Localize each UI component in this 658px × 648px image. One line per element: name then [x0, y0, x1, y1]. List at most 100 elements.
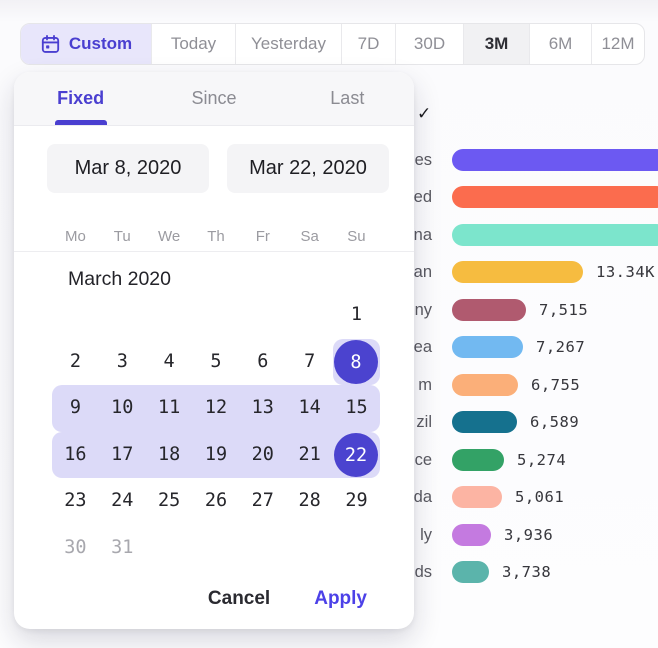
day-cell-17[interactable]: 17 — [99, 432, 146, 479]
empty-day-cell — [333, 525, 380, 572]
chart-row-label: ed — [414, 186, 432, 208]
chart-row-value: 7,267 — [536, 336, 585, 358]
day-cell-20[interactable]: 20 — [239, 432, 286, 479]
chart-row-value: 3,738 — [502, 561, 551, 583]
weekday-label: Mo — [52, 222, 99, 252]
day-cell-31: 31 — [99, 525, 146, 572]
cancel-button[interactable]: Cancel — [208, 588, 270, 610]
chart-bar — [452, 336, 523, 358]
chart-bar — [452, 299, 526, 321]
day-cell-18[interactable]: 18 — [146, 432, 193, 479]
day-cell-24[interactable]: 24 — [99, 478, 146, 525]
chart-bar — [452, 224, 658, 246]
calendar-week-row: 1 — [52, 292, 380, 339]
weekday-label: We — [146, 222, 193, 252]
end-date-field[interactable]: Mar 22, 2020 — [227, 144, 389, 193]
calendar-week-row: 9101112131415 — [52, 385, 380, 432]
day-cell-19[interactable]: 19 — [193, 432, 240, 479]
chart-row-value: 5,061 — [515, 486, 564, 508]
chart-row-label: an — [414, 261, 432, 283]
day-cell-4[interactable]: 4 — [146, 339, 193, 386]
picker-tabs: Fixed Since Last — [14, 72, 414, 126]
chart-bar — [452, 374, 518, 396]
chart-row-value: 7,515 — [539, 299, 588, 321]
chart-row-label: m — [418, 374, 432, 396]
selected-day-end[interactable]: 22 — [334, 433, 378, 477]
chart-row-label: ny — [415, 299, 432, 321]
tab-last[interactable]: Last — [281, 72, 414, 125]
day-cell-28[interactable]: 28 — [286, 478, 333, 525]
day-cell-3[interactable]: 3 — [99, 339, 146, 386]
start-date-field[interactable]: Mar 8, 2020 — [47, 144, 209, 193]
check-icon: ✓ — [417, 104, 431, 124]
chart-bar — [452, 449, 504, 471]
day-cell-14[interactable]: 14 — [286, 385, 333, 432]
day-cell-10[interactable]: 10 — [99, 385, 146, 432]
day-cell-1[interactable]: 1 — [333, 292, 380, 339]
chart-row-value: 13.34K — [596, 261, 655, 283]
chart-row-value: 5,274 — [517, 449, 566, 471]
apply-button[interactable]: Apply — [314, 588, 367, 610]
tab-since[interactable]: Since — [147, 72, 280, 125]
calendar-week-row: 23242526272829 — [52, 478, 380, 525]
empty-day-cell — [146, 525, 193, 572]
date-picker-popover: Fixed Since Last Mar 8, 2020 Mar 22, 202… — [14, 72, 414, 629]
day-cell-27[interactable]: 27 — [239, 478, 286, 525]
screen: esednaan13.34Kny7,515ea7,267m6,755zil6,5… — [0, 0, 658, 648]
day-cell-9[interactable]: 9 — [52, 385, 99, 432]
chart-row-value: 6,589 — [530, 411, 579, 433]
chart-row-label: ds — [415, 561, 432, 583]
chart-bar — [452, 411, 517, 433]
day-cell-7[interactable]: 7 — [286, 339, 333, 386]
weekday-label: Fr — [239, 222, 286, 252]
chart-bar — [452, 486, 502, 508]
day-cell-15[interactable]: 15 — [333, 385, 380, 432]
chart-row-label: zil — [416, 411, 432, 433]
weekday-label: Tu — [99, 222, 146, 252]
empty-day-cell — [286, 292, 333, 339]
day-cell-6[interactable]: 6 — [239, 339, 286, 386]
chart-bar — [452, 561, 489, 583]
chart-row-value: 3,936 — [504, 524, 553, 546]
chart-bar — [452, 261, 583, 283]
picker-footer: Cancel Apply — [208, 584, 367, 614]
calendar-week-row: 3031 — [52, 525, 380, 572]
weekday-label: Th — [193, 222, 240, 252]
day-cell-2[interactable]: 2 — [52, 339, 99, 386]
chart-bar — [452, 149, 658, 171]
empty-day-cell — [239, 525, 286, 572]
empty-day-cell — [146, 292, 193, 339]
chart-row-label: es — [415, 149, 432, 171]
day-cell-21[interactable]: 21 — [286, 432, 333, 479]
day-cell-12[interactable]: 12 — [193, 385, 240, 432]
chart-row-label: da — [414, 486, 432, 508]
empty-day-cell — [52, 292, 99, 339]
chart-bar — [452, 524, 491, 546]
day-cell-16[interactable]: 16 — [52, 432, 99, 479]
weekday-label: Su — [333, 222, 380, 252]
active-tab-underline — [55, 120, 107, 125]
month-title: March 2020 — [68, 268, 171, 291]
empty-day-cell — [239, 292, 286, 339]
chart-row-label: ly — [420, 524, 432, 546]
empty-day-cell — [193, 525, 240, 572]
day-cell-5[interactable]: 5 — [193, 339, 240, 386]
day-cell-30: 30 — [52, 525, 99, 572]
empty-day-cell — [193, 292, 240, 339]
chart-row-label: ea — [414, 336, 432, 358]
divider — [14, 251, 414, 252]
empty-day-cell — [286, 525, 333, 572]
day-cell-25[interactable]: 25 — [146, 478, 193, 525]
weekday-header: MoTuWeThFrSaSu — [52, 222, 380, 252]
day-cell-29[interactable]: 29 — [333, 478, 380, 525]
weekday-label: Sa — [286, 222, 333, 252]
tab-fixed[interactable]: Fixed — [14, 72, 147, 125]
day-cell-11[interactable]: 11 — [146, 385, 193, 432]
calendar-week-row: 16171819202122 — [52, 432, 380, 479]
day-cell-23[interactable]: 23 — [52, 478, 99, 525]
chart-bar — [452, 186, 658, 208]
day-cell-26[interactable]: 26 — [193, 478, 240, 525]
calendar-grid: 1234567891011121314151617181920212223242… — [52, 292, 380, 571]
day-cell-13[interactable]: 13 — [239, 385, 286, 432]
selected-day-start[interactable]: 8 — [334, 340, 378, 384]
